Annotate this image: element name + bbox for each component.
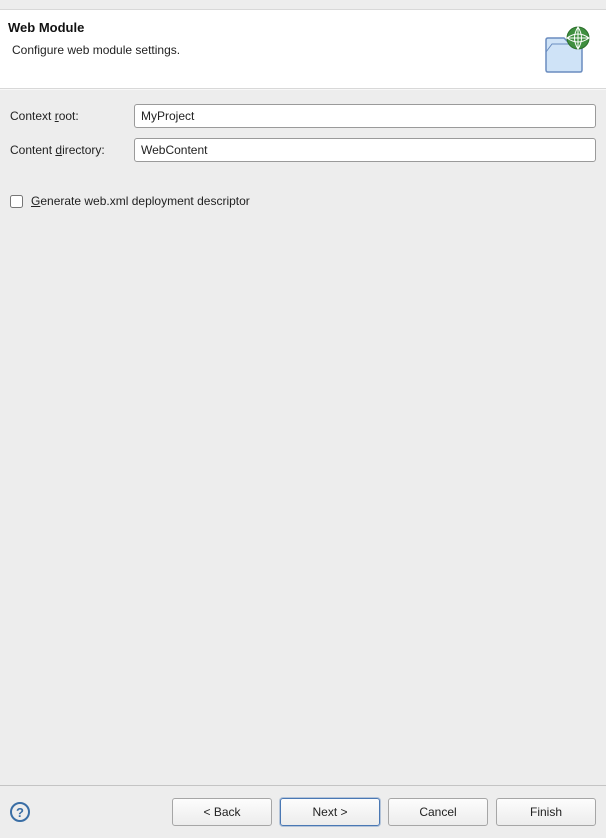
label-part: irectory: <box>62 143 105 157</box>
back-button[interactable]: < Back <box>172 798 272 826</box>
generate-webxml-label: Generate web.xml deployment descriptor <box>31 194 250 208</box>
label-part: Content <box>10 143 55 157</box>
wizard-header-text: Web Module Configure web module settings… <box>8 20 180 57</box>
label-part: Context <box>10 109 55 123</box>
cancel-button[interactable]: Cancel <box>388 798 488 826</box>
buttons-group: < Back Next > Cancel Finish <box>172 798 596 826</box>
label-mnemonic: G <box>31 194 40 208</box>
label-part: oot: <box>59 109 79 123</box>
form-grid: Context root: Content directory: <box>10 104 596 162</box>
help-icon[interactable]: ? <box>10 802 30 822</box>
finish-button[interactable]: Finish <box>496 798 596 826</box>
help-area: ? <box>10 802 30 822</box>
next-button[interactable]: Next > <box>280 798 380 826</box>
content-directory-label: Content directory: <box>10 143 134 157</box>
page-title: Web Module <box>8 20 180 35</box>
page-description: Configure web module settings. <box>8 43 180 57</box>
web-module-icon <box>540 24 592 76</box>
context-root-label: Context root: <box>10 109 134 123</box>
generate-webxml-row[interactable]: Generate web.xml deployment descriptor <box>10 194 596 208</box>
wizard-button-bar: ? < Back Next > Cancel Finish <box>0 786 606 838</box>
wizard-header: Web Module Configure web module settings… <box>0 10 606 89</box>
generate-webxml-checkbox[interactable] <box>10 195 23 208</box>
context-root-input[interactable] <box>134 104 596 128</box>
window-top-bar <box>0 0 606 10</box>
content-directory-input[interactable] <box>134 138 596 162</box>
wizard-content: Context root: Content directory: Generat… <box>0 89 606 785</box>
label-part: enerate web.xml deployment descriptor <box>40 194 249 208</box>
